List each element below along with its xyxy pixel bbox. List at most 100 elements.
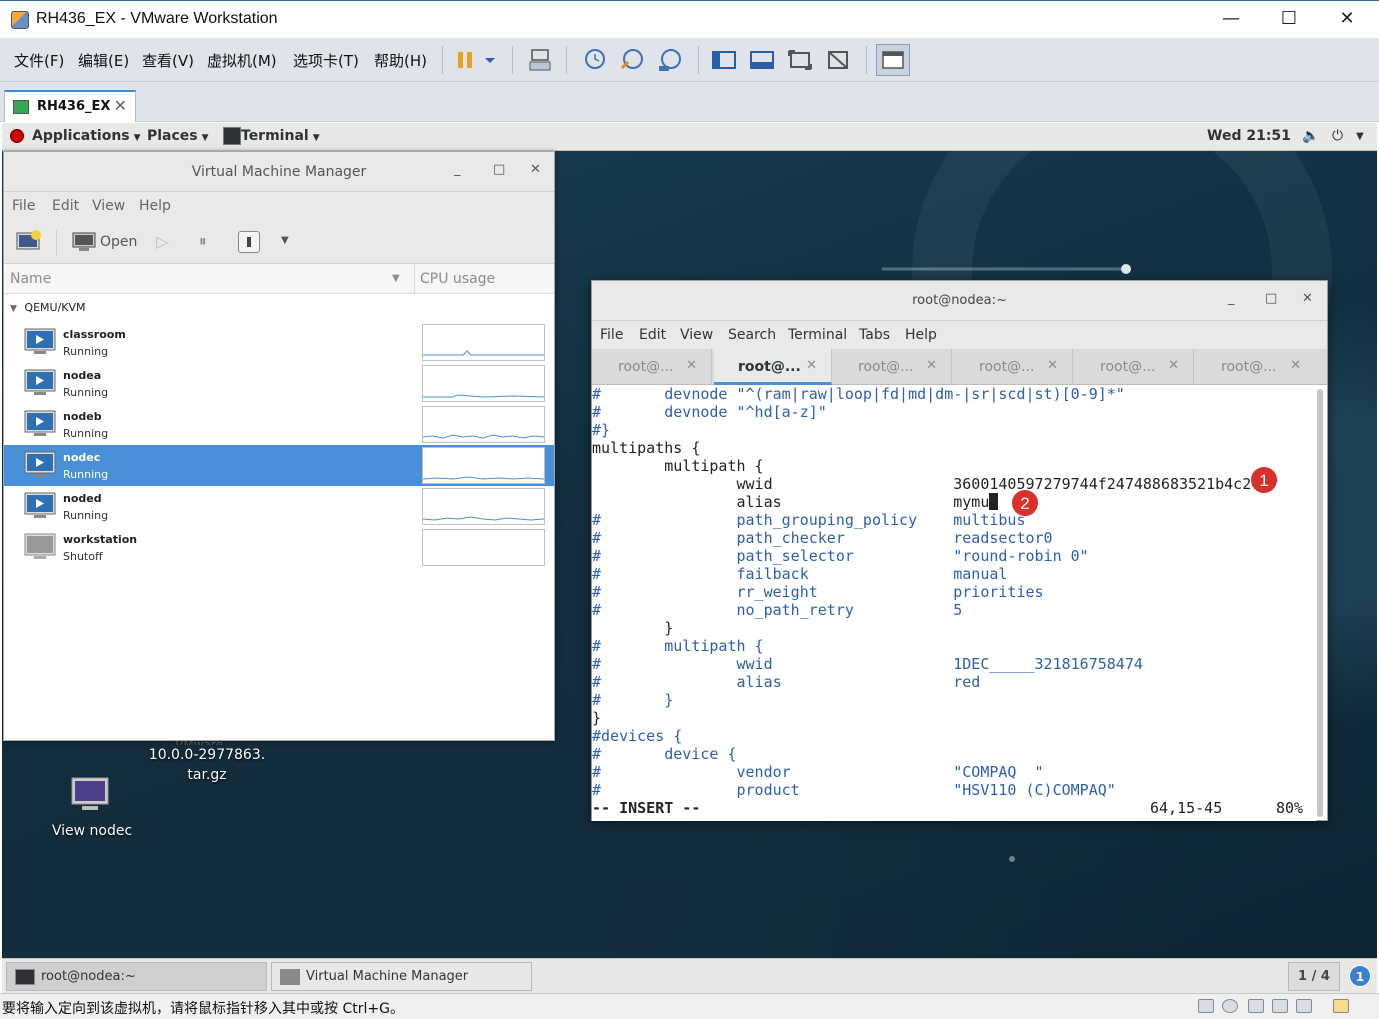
maximize-button[interactable]: ☐ xyxy=(1260,1,1318,39)
tab-close-icon[interactable]: ✕ xyxy=(1047,358,1058,373)
vmm-group-row[interactable]: ▼ QEMU/KVM xyxy=(10,301,86,314)
tab-close-icon[interactable]: ✕ xyxy=(1290,358,1301,373)
vm-row[interactable]: nodea Running xyxy=(4,363,554,404)
view-nodec-icon[interactable] xyxy=(70,776,110,810)
minimize-button[interactable]: — xyxy=(1202,1,1260,39)
terminal-tab[interactable]: root@... ✕ xyxy=(1197,349,1315,385)
sort-caret-icon[interactable]: ▼ xyxy=(392,273,400,284)
applications-menu[interactable]: Applications ▼ xyxy=(32,128,141,144)
volume-icon[interactable]: 🔈 xyxy=(1302,128,1319,144)
vmm-minimize-icon[interactable]: _ xyxy=(454,162,461,177)
shutdown-dropdown-icon[interactable]: ▼ xyxy=(281,235,289,246)
terminal-tab[interactable]: root@... ✕ xyxy=(594,349,712,385)
term-menu-file[interactable]: File xyxy=(600,327,623,343)
terminal-line: # wwid 1DEC_____321816758474 xyxy=(592,655,1143,673)
tab-close-icon[interactable]: ✕ xyxy=(806,358,817,373)
power-icon[interactable]: ⏻ xyxy=(1332,128,1343,144)
places-menu[interactable]: Places ▼ xyxy=(147,128,209,144)
desktop-file-label[interactable]: VMware-... 10.0.0-2977863. tar.gz xyxy=(142,735,272,785)
term-menu-edit[interactable]: Edit xyxy=(639,327,666,343)
close-button[interactable]: ✕ xyxy=(1318,1,1376,39)
terminal-maximize-icon[interactable]: □ xyxy=(1265,291,1277,306)
col-cpu-header[interactable]: CPU usage xyxy=(420,271,495,287)
vm-row[interactable]: workstation Shutoff xyxy=(4,527,554,568)
vmm-menu-help[interactable]: Help xyxy=(139,198,171,214)
vmm-menu-edit[interactable]: Edit xyxy=(52,198,79,214)
snapshot-manager-icon[interactable] xyxy=(656,46,684,74)
vm-row[interactable]: nodeb Running xyxy=(4,404,554,445)
unity-icon[interactable] xyxy=(824,46,852,74)
console-view-icon[interactable] xyxy=(876,44,910,76)
vm-tab-close-icon[interactable]: ✕ xyxy=(114,96,127,115)
terminal-tab[interactable]: root@... ✕ xyxy=(955,349,1073,385)
vmm-maximize-icon[interactable]: □ xyxy=(493,162,505,177)
term-menu-terminal[interactable]: Terminal xyxy=(788,327,847,343)
terminal-minimize-icon[interactable]: _ xyxy=(1228,291,1235,306)
term-menu-help[interactable]: Help xyxy=(905,327,937,343)
vm-row-selected[interactable]: nodec Running xyxy=(4,445,554,486)
terminal-scrollbar[interactable] xyxy=(1317,389,1323,817)
menu-edit[interactable]: 编辑(E) xyxy=(78,50,129,71)
gnome-bottom-panel: root@nodea:~ Virtual Machine Manager 1 /… xyxy=(2,958,1377,993)
terminal-close-icon[interactable]: ✕ xyxy=(1302,291,1313,306)
clock[interactable]: Wed 21:51 xyxy=(1207,128,1291,144)
open-button-label[interactable]: Open xyxy=(100,234,137,250)
vmm-menu-view[interactable]: View xyxy=(92,198,125,214)
term-menu-search[interactable]: Search xyxy=(728,327,776,343)
terminal-tab[interactable]: root@... ✕ xyxy=(834,349,952,385)
guest-screen[interactable]: Applications ▼ Places ▼ Terminal ▼ Wed 21:5… xyxy=(2,123,1377,993)
tab-close-icon[interactable]: ✕ xyxy=(686,358,697,373)
terminal-line: # no_path_retry 5 xyxy=(592,601,963,619)
library-view-icon[interactable] xyxy=(710,46,738,74)
menu-vm[interactable]: 虚拟机(M) xyxy=(207,50,277,71)
expander-icon[interactable]: ▼ xyxy=(10,304,17,314)
menu-file[interactable]: 文件(F) xyxy=(14,50,64,71)
cpu-graph xyxy=(422,529,545,566)
pause-icon[interactable] xyxy=(452,46,480,74)
menu-view[interactable]: 查看(V) xyxy=(142,50,194,71)
network-icon[interactable] xyxy=(1248,999,1264,1013)
vm-row[interactable]: classroom Running xyxy=(4,322,554,363)
terminal-tab[interactable]: root@... ✕ xyxy=(1076,349,1194,385)
terminal-tab-active[interactable]: root@... ✕ xyxy=(714,349,832,385)
revert-snapshot-icon[interactable] xyxy=(618,46,646,74)
vm-row[interactable]: noded Running xyxy=(4,486,554,527)
vmm-menu-file[interactable]: File xyxy=(12,198,35,214)
hard-disk-icon[interactable] xyxy=(1198,999,1214,1013)
thumbnail-view-icon[interactable] xyxy=(748,46,776,74)
new-vm-icon[interactable] xyxy=(16,230,42,254)
workspace-switcher[interactable]: 1 / 4 xyxy=(1288,962,1340,991)
taskbar-vmm[interactable]: Virtual Machine Manager xyxy=(271,962,532,991)
menu-help[interactable]: 帮助(H) xyxy=(374,50,427,71)
pause-dropdown-icon[interactable] xyxy=(480,46,500,74)
vmm-task-icon xyxy=(280,969,300,985)
menu-tabs[interactable]: 选项卡(T) xyxy=(293,50,359,71)
send-ctrl-alt-del-icon[interactable] xyxy=(526,46,554,74)
shutdown-icon[interactable] xyxy=(238,231,260,253)
vm-tab[interactable]: RH436_EX ✕ xyxy=(4,90,136,122)
display-icon[interactable] xyxy=(1296,999,1312,1013)
tab-close-icon[interactable]: ✕ xyxy=(926,358,937,373)
col-name-header[interactable]: Name xyxy=(10,271,51,287)
view-nodec-label[interactable]: View nodec xyxy=(42,823,142,839)
terminal-screen[interactable]: # devnode "^(ram|raw|loop|fd|md|dm-|sr|s… xyxy=(592,385,1316,821)
system-menu-caret-icon[interactable]: ▼ xyxy=(1356,131,1364,142)
terminal-menu[interactable]: Terminal ▼ xyxy=(241,128,320,144)
message-log-icon[interactable] xyxy=(1333,999,1349,1013)
pause-vm-icon[interactable]: ⏸ xyxy=(199,232,207,250)
terminal-line: #devices { xyxy=(592,727,683,745)
run-icon[interactable]: ▷ xyxy=(156,232,168,251)
term-menu-tabs[interactable]: Tabs xyxy=(859,327,890,343)
notification-badge[interactable]: 1 xyxy=(1349,965,1371,987)
cd-rom-icon[interactable] xyxy=(1222,999,1238,1013)
taskbar-terminal[interactable]: root@nodea:~ xyxy=(6,962,267,991)
tab-close-icon[interactable]: ✕ xyxy=(1168,358,1179,373)
terminal-app-icon xyxy=(223,127,241,145)
open-vm-icon[interactable] xyxy=(72,232,96,252)
usb-icon[interactable] xyxy=(1272,999,1288,1013)
term-menu-view[interactable]: View xyxy=(680,327,713,343)
vm-tab-label: RH436_EX xyxy=(37,99,111,114)
snapshot-icon[interactable] xyxy=(580,46,608,74)
fullscreen-icon[interactable] xyxy=(786,46,814,74)
vmm-close-icon[interactable]: ✕ xyxy=(530,162,541,177)
